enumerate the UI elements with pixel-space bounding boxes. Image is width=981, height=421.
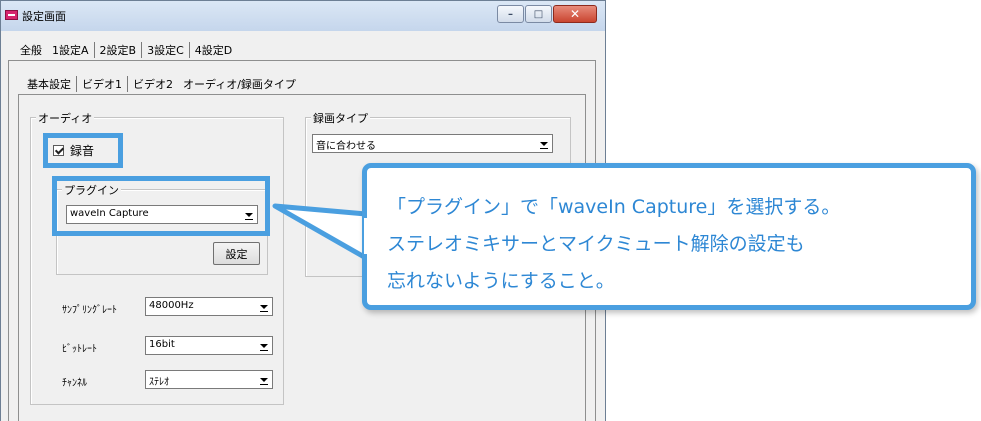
- record-type-select[interactable]: 音に合わせる: [312, 134, 553, 153]
- chevron-down-icon[interactable]: [255, 372, 271, 387]
- callout-line-3: 忘れないようにすること。: [387, 270, 615, 292]
- plugin-settings-button[interactable]: 設定: [213, 242, 260, 265]
- sampling-rate-select[interactable]: 48000Hz: [145, 297, 273, 316]
- chevron-down-icon[interactable]: [240, 207, 256, 222]
- maximize-button[interactable]: □: [525, 5, 552, 23]
- title-bar[interactable]: 設定画面 – □ ✕: [1, 1, 605, 31]
- bit-rate-select[interactable]: 16bit: [145, 336, 273, 355]
- chevron-down-icon[interactable]: [255, 299, 271, 314]
- bit-rate-value: 16bit: [149, 339, 175, 350]
- record-checkbox-box[interactable]: [53, 145, 64, 156]
- record-type-value: 音に合わせる: [316, 141, 376, 152]
- channel-label: ﾁｬﾝﾈﾙ: [62, 378, 87, 389]
- window-title: 設定画面: [22, 10, 66, 23]
- callout-line-2: ステレオミキサーとマイクミュート解除の設定も: [387, 233, 805, 255]
- tab-settings-a[interactable]: 1設定A: [47, 42, 94, 58]
- tab-video-1[interactable]: ビデオ1: [76, 76, 127, 92]
- app-icon: [5, 10, 18, 20]
- tab-audio-record-type[interactable]: オーディオ/録画タイプ: [178, 76, 301, 92]
- tab-settings-b[interactable]: 2設定B: [93, 42, 142, 58]
- tab-general[interactable]: 全般: [15, 42, 47, 58]
- sampling-rate-value: 48000Hz: [149, 300, 194, 311]
- callout-line-1: 「プラグイン」で「waveIn Capture」を選択する。: [387, 196, 841, 218]
- plugin-select-value: waveIn Capture: [70, 208, 149, 219]
- tab-settings-d[interactable]: 4設定D: [188, 42, 237, 58]
- bit-rate-label: ﾋﾞｯﾄﾚｰﾄ: [62, 344, 97, 355]
- record-type-group-label: 録画タイプ: [311, 110, 370, 126]
- close-button[interactable]: ✕: [553, 5, 597, 23]
- minimize-button[interactable]: –: [497, 5, 524, 23]
- sampling-rate-label: ｻﾝﾌﾟﾘﾝｸﾞﾚｰﾄ: [62, 305, 117, 316]
- audio-group-label: オーディオ: [36, 110, 95, 126]
- main-tab-strip: 全般 1設定A 2設定B 3設定C 4設定D: [15, 41, 237, 59]
- tab-basic-settings[interactable]: 基本設定: [22, 76, 76, 92]
- chevron-down-icon[interactable]: [255, 338, 271, 353]
- chevron-down-icon[interactable]: [535, 136, 551, 151]
- channel-select[interactable]: ｽﾃﾚｵ: [145, 370, 273, 389]
- sub-tab-strip: 基本設定 ビデオ1 ビデオ2 オーディオ/録画タイプ: [22, 75, 301, 93]
- plugin-select[interactable]: waveIn Capture: [66, 205, 258, 224]
- record-checkbox[interactable]: 録音: [53, 142, 94, 159]
- instruction-callout: 「プラグイン」で「waveIn Capture」を選択する。 ステレオミキサーと…: [362, 163, 976, 310]
- tab-settings-c[interactable]: 3設定C: [141, 42, 189, 58]
- record-checkbox-label: 録音: [70, 144, 95, 158]
- tab-video-2[interactable]: ビデオ2: [127, 76, 178, 92]
- channel-value: ｽﾃﾚｵ: [149, 377, 169, 388]
